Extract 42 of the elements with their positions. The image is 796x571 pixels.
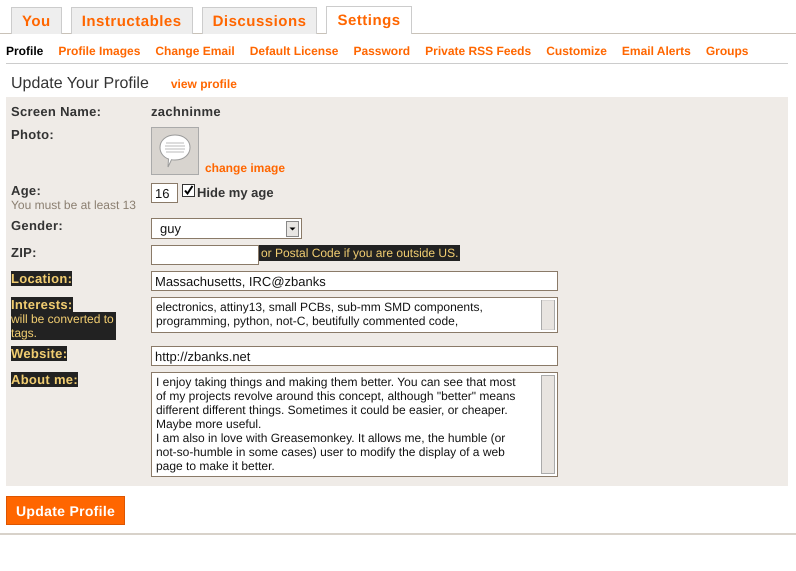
field-label: Screen Name: xyxy=(11,104,102,119)
field-label: Gender: xyxy=(11,218,63,233)
field-label: Interests: xyxy=(11,297,73,312)
speech-bubble-avatar-icon xyxy=(151,127,199,175)
hide-age-checkbox[interactable] xyxy=(182,184,195,197)
subnav-link[interactable]: Profile Images xyxy=(58,44,140,58)
subnav-link[interactable]: Password xyxy=(353,44,410,58)
field-label: Age: xyxy=(11,183,42,198)
nav-tab[interactable]: Instructables xyxy=(70,7,193,34)
text-input[interactable]: Massachusetts, IRC@zbanks xyxy=(151,271,558,291)
subnav-link[interactable]: Email Alerts xyxy=(622,44,691,58)
field-label: About me: xyxy=(11,372,78,387)
nav-tab[interactable]: Settings xyxy=(326,6,412,34)
scrollbar-icon xyxy=(541,375,555,474)
field-hint: You must be at least 13 xyxy=(11,198,136,212)
page-heading: Update Your Profile xyxy=(11,75,149,93)
field-hint: will be converted to tags. xyxy=(11,312,116,340)
field-label: Website: xyxy=(11,346,68,361)
zip-input[interactable] xyxy=(151,245,259,265)
text-input[interactable]: http://zbanks.net xyxy=(151,346,558,366)
scrollbar-icon xyxy=(541,300,555,330)
subnav-link[interactable]: Groups xyxy=(706,44,748,58)
subnav-link[interactable]: Profile xyxy=(6,44,44,58)
text-area[interactable]: I enjoy taking things and making them better. You can see that most of my projects revolve around this concept, although "better" means different different things. Sometimes it could be easier, or cheaper. Maybe more useful. I am also in love with Greasemonkey. It allows me, the humble (or not-so-humble in some cases) user to modify the display of a web page to make it better. xyxy=(151,372,558,477)
field-label: Photo: xyxy=(11,127,54,142)
subnav-link[interactable]: Private RSS Feeds xyxy=(425,44,532,58)
subnav-link[interactable]: Default License xyxy=(250,44,338,58)
view-profile-link[interactable]: view profile xyxy=(170,77,237,91)
nav-tab[interactable]: You xyxy=(11,7,62,34)
text-area[interactable]: electronics, attiny13, small PCBs, sub-mm SMD components, programming, python, not-C, beutifully commented code, xyxy=(151,297,558,333)
checkbox-label: Hide my age xyxy=(197,185,274,200)
change-image-link[interactable]: change image xyxy=(205,161,286,175)
subnav-link[interactable]: Change Email xyxy=(155,44,235,58)
field-label: ZIP: xyxy=(11,245,37,260)
field-label: Location: xyxy=(11,271,72,286)
subnav-link[interactable]: Customize xyxy=(546,44,607,58)
update-profile-button[interactable]: Update Profile xyxy=(6,496,126,525)
zip-note: or Postal Code if you are outside US. xyxy=(259,245,460,261)
screen-name-value: zachninme xyxy=(151,104,221,119)
age-input[interactable]: 16 xyxy=(151,183,178,203)
gender-select[interactable]: guy xyxy=(151,218,302,239)
nav-tab[interactable]: Discussions xyxy=(202,7,318,34)
